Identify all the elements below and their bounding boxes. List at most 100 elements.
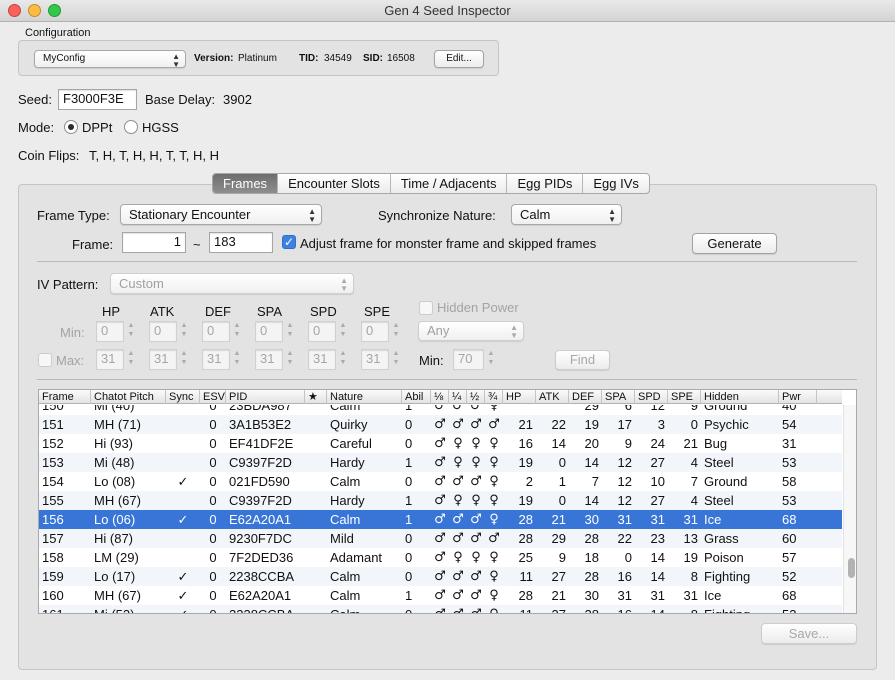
cell-nature: Hardy: [330, 493, 365, 508]
table-scrollbar[interactable]: [843, 405, 856, 613]
column-header-def[interactable]: DEF: [569, 390, 602, 404]
iv-max-hp-input[interactable]: 31: [96, 349, 124, 370]
stepper-icon[interactable]: ▲ ▼: [391, 321, 401, 341]
iv-max-spe-input[interactable]: 31: [361, 349, 389, 370]
column-header-power[interactable]: Pwr: [779, 390, 817, 404]
stepper-icon[interactable]: ▲ ▼: [285, 349, 295, 369]
iv-max-spd-input[interactable]: 31: [308, 349, 336, 370]
table-row[interactable]: 160 MH (67) ✓ 0 E62A20A1 Calm 1 ♂ ♂ ♂ ♀ 28 21 30 31 31 3…: [39, 586, 842, 605]
table-row[interactable]: 154 Lo (08) ✓ 0 021FD590 Calm 0 ♂ ♂ ♂ ♀ 2 1 7 12 10 7 Gro…: [39, 472, 842, 491]
column-header-frame[interactable]: Frame: [39, 390, 91, 404]
iv-min-hp-input[interactable]: 0: [96, 321, 124, 342]
table-row[interactable]: 153 Mi (48) 0 C9397F2D Hardy 1 ♂ ♀ ♀ ♀ 19 0 14 12 27 4 S…: [39, 453, 842, 472]
hidden-power-select[interactable]: Any ▲ ▼: [418, 321, 524, 341]
column-header-star[interactable]: ★: [305, 390, 327, 404]
iv-min-spe-input[interactable]: 0: [361, 321, 389, 342]
mode-hgss-radio[interactable]: [124, 120, 138, 134]
iv-max-def-input[interactable]: 31: [202, 349, 230, 370]
column-header-spa[interactable]: SPA: [602, 390, 635, 404]
cell-spd: 10: [650, 474, 665, 489]
cell-hidden-power: Steel: [704, 493, 734, 508]
column-header-esv[interactable]: ESV: [200, 390, 226, 404]
iv-max-atk-input[interactable]: 31: [149, 349, 177, 370]
stepper-icon[interactable]: ▲ ▼: [179, 349, 189, 369]
column-header-chatot-pitch[interactable]: Chatot Pitch: [91, 390, 166, 404]
edit-config-button[interactable]: Edit...: [434, 50, 484, 68]
tab-egg-ivs[interactable]: Egg IVs: [583, 174, 649, 193]
table-row[interactable]: 157 Hi (87) 0 9230F7DC Mild 0 ♂ ♂ ♂ ♂ 28 29 28 22 23 13…: [39, 529, 842, 548]
column-header-pid[interactable]: PID: [226, 390, 305, 404]
cell-spe: 7: [690, 474, 698, 489]
cell-hp: 11: [503, 605, 536, 613]
sync-nature-select[interactable]: Calm ▲ ▼: [511, 204, 622, 225]
table-row-selected[interactable]: 156 Lo (06) ✓ 0 E62A20A1 Calm 1 ♂ ♂ ♂ ♀ 28 21 30 31 31 3…: [39, 510, 842, 529]
iv-min-atk-input[interactable]: 0: [149, 321, 177, 342]
iv-min-spa-input[interactable]: 0: [255, 321, 283, 342]
stepper-icon[interactable]: ▲ ▼: [391, 349, 401, 369]
stepper-icon[interactable]: ▲ ▼: [232, 321, 242, 341]
table-row[interactable]: 161Mi (52)✓02238CCBACalm0♂♂♂♀11272816148…: [39, 605, 842, 613]
column-header-spd[interactable]: SPD: [635, 390, 668, 404]
column-header-ability[interactable]: Abil: [402, 390, 431, 404]
stepper-icon[interactable]: ▲ ▼: [179, 321, 189, 341]
tab-time-adjacents[interactable]: Time / Adjacents: [391, 174, 508, 193]
min-power-input[interactable]: 70: [453, 349, 484, 370]
frame-type-select[interactable]: Stationary Encounter ▲ ▼: [120, 204, 322, 225]
iv-min-label: Min:: [60, 325, 85, 340]
stepper-icon[interactable]: ▲ ▼: [126, 321, 136, 341]
table-row[interactable]: 155 MH (67) 0 C9397F2D Hardy 1 ♂ ♀ ♀ ♀ 19 0 14 12 27 4 S…: [39, 491, 842, 510]
tab-encounter-slots[interactable]: Encounter Slots: [278, 174, 391, 193]
column-header-sync[interactable]: Sync: [166, 390, 200, 404]
column-header-hidden-power[interactable]: Hidden: [701, 390, 779, 404]
column-header-gender-1-8[interactable]: ⅛: [431, 390, 449, 404]
cell-pid: 9230F7DC: [229, 531, 292, 546]
iv-max-checkbox[interactable]: [38, 353, 52, 367]
cell-nature: Hardy: [330, 455, 365, 470]
column-header-hp[interactable]: HP: [503, 390, 536, 404]
mode-dppt-radio[interactable]: [64, 120, 78, 134]
table-row[interactable]: 150 Mi (40) 0 23BDA987 Calm 1 ♂ ♂ ♂ ♀ 29 6 12 9 Ground…: [39, 405, 842, 415]
generate-button[interactable]: Generate: [692, 233, 777, 254]
stepper-icon[interactable]: ▲ ▼: [285, 321, 295, 341]
column-header-atk[interactable]: ATK: [536, 390, 569, 404]
iv-max-spa-input[interactable]: 31: [255, 349, 283, 370]
table-row[interactable]: 152 Hi (93) 0 EF41DF2E Careful 0 ♂ ♀ ♀ ♀ 16 14 20 9 24…: [39, 434, 842, 453]
tab-frames[interactable]: Frames: [213, 174, 279, 193]
table-row[interactable]: 159 Lo (17) ✓ 0 2238CCBA Calm 0 ♂ ♂ ♂ ♀ 11 27 28 16 14 8…: [39, 567, 842, 586]
cell-spd: 27: [650, 455, 665, 470]
table-row[interactable]: 151 MH (71) 0 3A1B53E2 Quirky 0 ♂ ♂ ♂ ♂ 21 22 19 17 3 0…: [39, 415, 842, 434]
iv-min-def-input[interactable]: 0: [202, 321, 230, 342]
cell-ability: 0: [405, 569, 413, 584]
seed-input[interactable]: F3000F3E: [58, 89, 137, 110]
find-button[interactable]: Find: [555, 350, 610, 370]
tab-egg-pids[interactable]: Egg PIDs: [507, 174, 584, 193]
stepper-icon[interactable]: ▲ ▼: [126, 349, 136, 369]
stepper-icon[interactable]: ▲ ▼: [486, 349, 496, 369]
save-button[interactable]: Save...: [761, 623, 857, 644]
stepper-icon[interactable]: ▲ ▼: [338, 349, 348, 369]
column-header-gender-1-2[interactable]: ½: [467, 390, 485, 404]
iv-pattern-select[interactable]: Custom ▲ ▼: [110, 273, 354, 294]
table-header: Frame Chatot Pitch Sync ESV PID ★ Nature Abil ⅛ ¼…: [39, 390, 842, 404]
cell-nature: Calm: [330, 512, 361, 527]
adjust-frame-checkbox[interactable]: ✓: [282, 235, 296, 249]
column-header-gender-3-4[interactable]: ¾: [485, 390, 503, 404]
cell-atk: 21: [551, 512, 566, 527]
column-header-nature[interactable]: Nature: [327, 390, 402, 404]
stepper-icon[interactable]: ▲ ▼: [338, 321, 348, 341]
scrollbar-thumb[interactable]: [848, 558, 855, 578]
stepper-icon[interactable]: ▲ ▼: [232, 349, 242, 369]
results-table[interactable]: Frame Chatot Pitch Sync ESV PID ★ Nature Abil ⅛ ¼…: [38, 389, 857, 614]
cell-frame: 154: [42, 474, 64, 489]
cell-power: 58: [782, 474, 797, 489]
hidden-power-checkbox[interactable]: [419, 301, 433, 315]
column-header-gender-1-4[interactable]: ¼: [449, 390, 467, 404]
config-profile-select[interactable]: MyConfig ▲ ▼: [34, 50, 186, 68]
chevron-updown-icon: ▲ ▼: [608, 207, 616, 224]
table-row[interactable]: 158 LM (29) 0 7F2DED36 Adamant 0 ♂ ♀ ♀ ♀ 25 9 18 0 14 1…: [39, 548, 842, 567]
column-header-spe[interactable]: SPE: [668, 390, 701, 404]
frame-max-input[interactable]: 183: [209, 232, 273, 253]
frame-min-input[interactable]: 1: [122, 232, 186, 253]
iv-min-spd-input[interactable]: 0: [308, 321, 336, 342]
cell-spe: 8: [668, 605, 701, 613]
